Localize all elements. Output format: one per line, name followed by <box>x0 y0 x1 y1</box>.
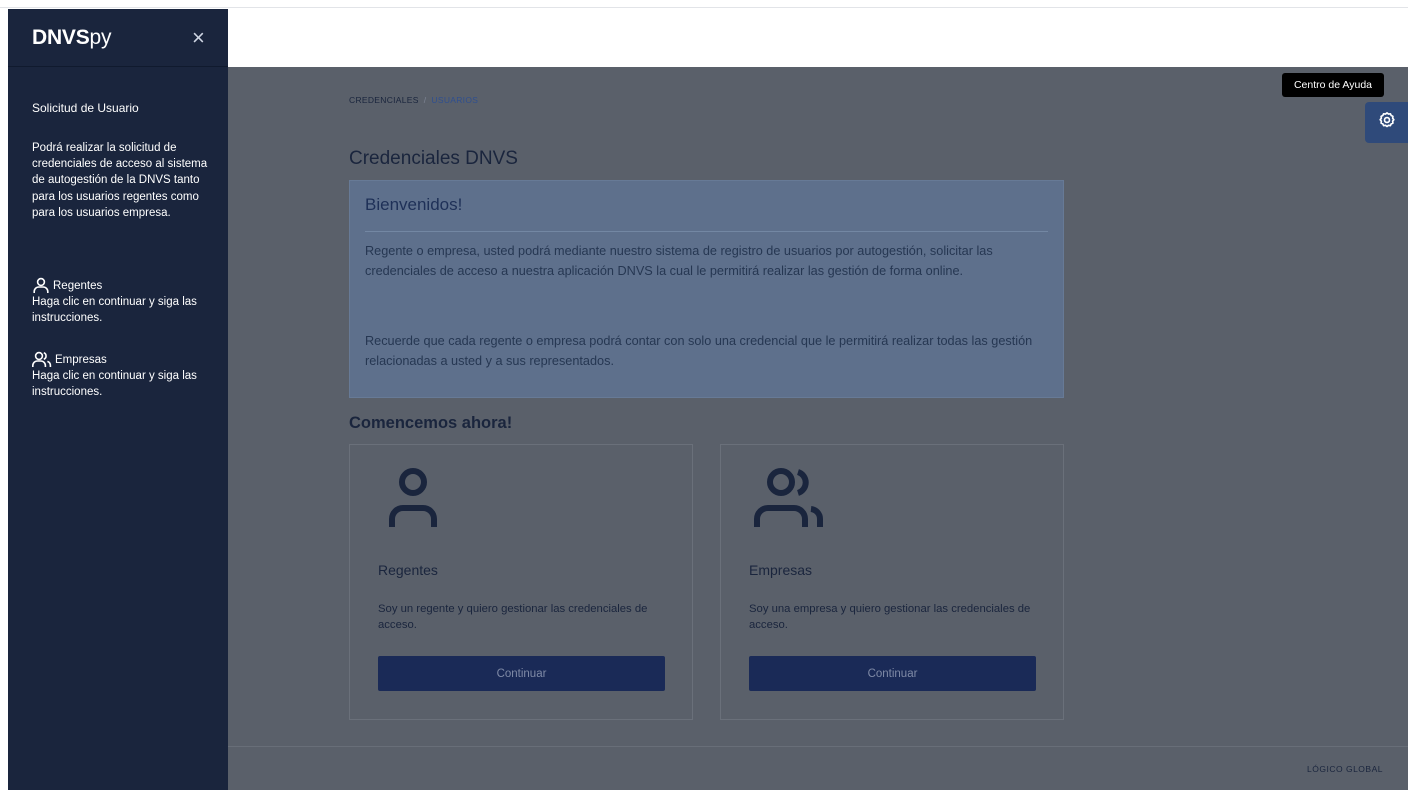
user-icon <box>378 467 450 542</box>
window-top-edge <box>0 0 1408 8</box>
sidebar-item-regentes: Regentes Haga clic en continuar y siga l… <box>32 277 218 326</box>
brand-light: py <box>89 26 112 49</box>
footer-brand: LÓGICO GLOBAL <box>1307 764 1383 774</box>
welcome-alert: Bienvenidos! Regente o empresa, usted po… <box>349 180 1064 398</box>
welcome-divider <box>365 231 1048 232</box>
welcome-paragraph-1: Regente o empresa, usted podrá mediante … <box>365 244 993 278</box>
sidebar-item-text: Haga clic en continuar y siga las instru… <box>32 370 197 399</box>
close-sidebar-button[interactable]: × <box>192 27 205 49</box>
welcome-title: Bienvenidos! <box>365 195 463 214</box>
breadcrumb: CREDENCIALES / USUARIOS <box>349 95 478 105</box>
help-sidebar: DNVSpy × Solicitud de Usuario Podrá real… <box>8 9 228 790</box>
brand-logo: DNVSpy <box>32 26 112 50</box>
gear-icon <box>1378 111 1396 134</box>
user-icon <box>32 277 50 294</box>
top-bar <box>228 9 1408 67</box>
breadcrumb-item-usuarios[interactable]: USUARIOS <box>431 95 478 105</box>
sidebar-intro-text: Podrá realizar la solicitud de credencia… <box>32 142 208 219</box>
sidebar-item-text: Haga clic en continuar y siga las instru… <box>32 296 197 325</box>
footer: LÓGICO GLOBAL <box>228 746 1408 790</box>
breadcrumb-item-credenciales[interactable]: CREDENCIALES <box>349 95 419 105</box>
start-title: Comencemos ahora! <box>349 414 513 432</box>
breadcrumb-separator: / <box>423 95 427 105</box>
sidebar-item-empresas: Empresas Haga clic en continuar y siga l… <box>32 351 218 400</box>
card-title: Regentes <box>378 562 438 578</box>
continue-regentes-button[interactable]: Continuar <box>378 656 665 691</box>
brand-bold: DNVS <box>32 26 90 49</box>
sidebar-item-label: Empresas <box>55 353 107 366</box>
help-center-button[interactable] <box>1365 102 1408 143</box>
card-regentes: Regentes Soy un regente y quiero gestion… <box>349 444 693 720</box>
users-icon <box>32 351 52 368</box>
welcome-paragraph-2: Recuerde que cada regente o empresa podr… <box>365 334 1033 368</box>
help-tooltip: Centro de Ayuda <box>1282 73 1384 97</box>
card-description: Soy una empresa y quiero gestionar las c… <box>749 603 1031 631</box>
main-content: CREDENCIALES / USUARIOS Credenciales DNVS … <box>228 67 1408 790</box>
sidebar-section-title: Solicitud de Usuario <box>32 101 139 115</box>
card-title: Empresas <box>749 562 813 578</box>
card-description: Soy un regente y quiero gestionar las cr… <box>378 603 648 631</box>
continue-empresas-button[interactable]: Continuar <box>749 656 1036 691</box>
card-empresas: Empresas Soy una empresa y quiero gestio… <box>720 444 1064 720</box>
page-title: Credenciales DNVS <box>349 148 518 169</box>
users-icon <box>749 467 839 542</box>
sidebar-item-label: Regentes <box>53 279 103 292</box>
sidebar-header: DNVSpy × <box>8 9 228 67</box>
